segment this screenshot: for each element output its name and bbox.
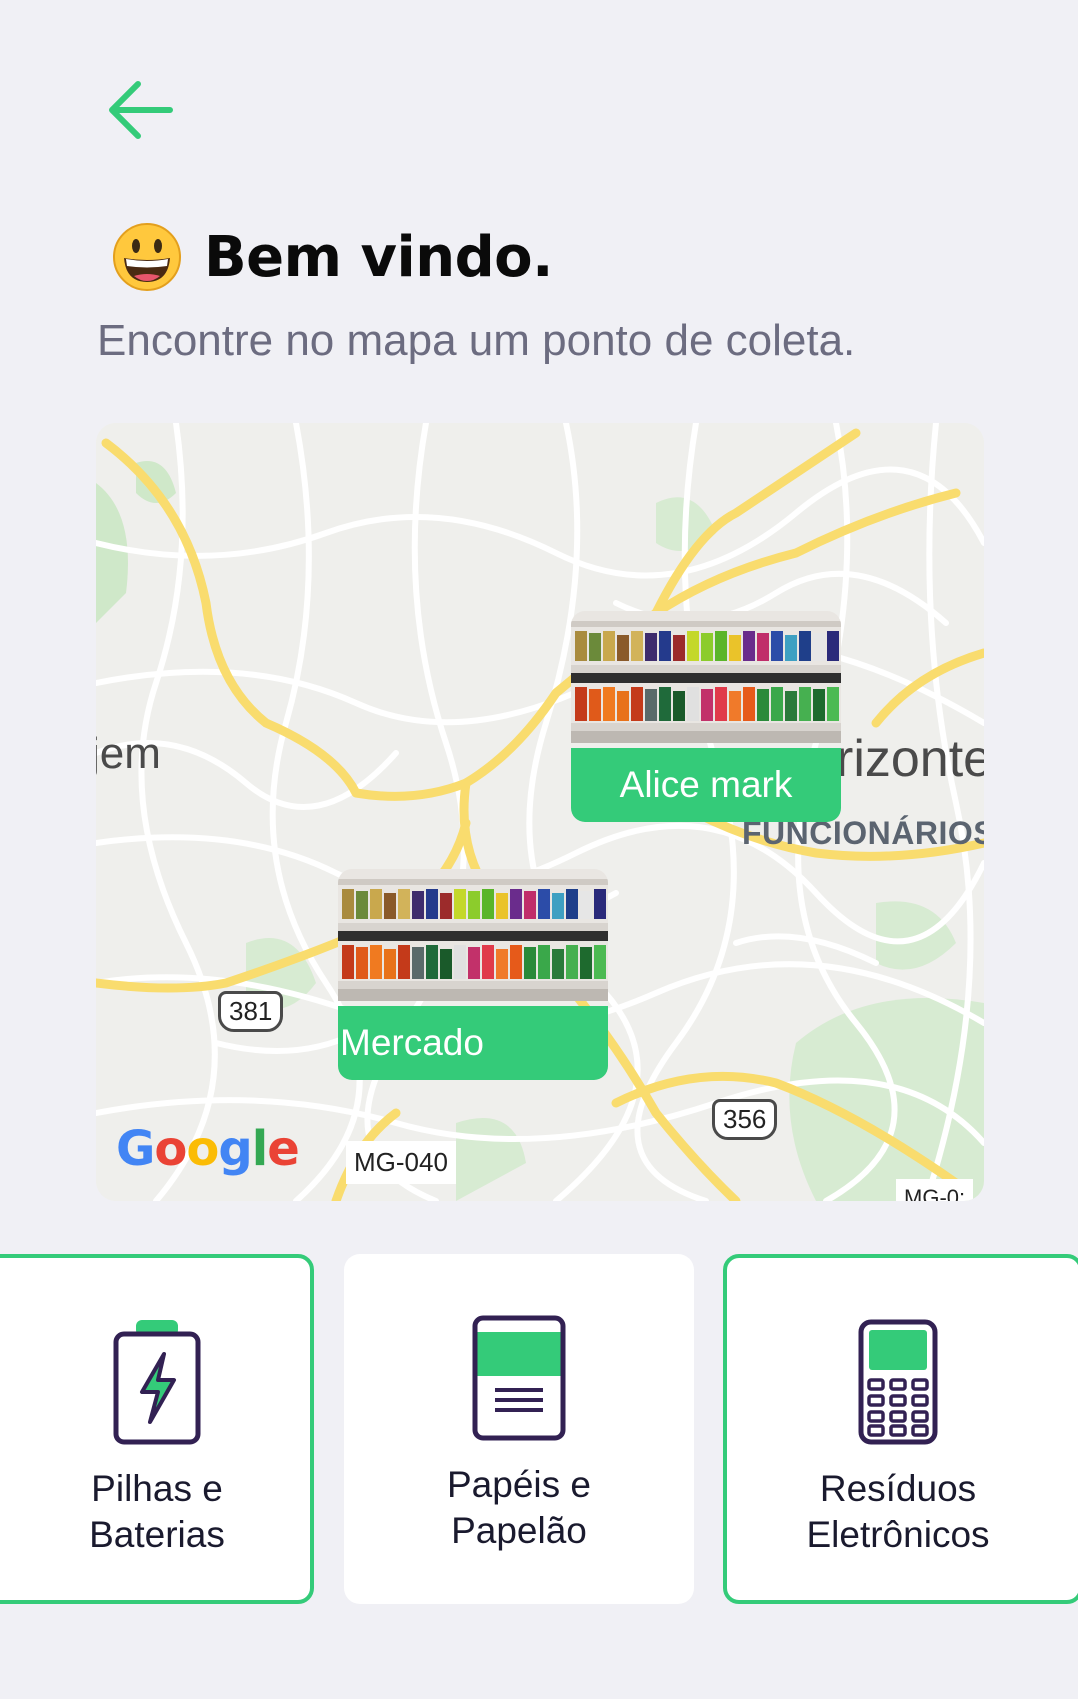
marker-label: Mercado <box>338 1006 608 1080</box>
grinning-face-emoji <box>113 223 181 291</box>
map-marker-alice-mark[interactable]: Alice mark <box>571 611 841 822</box>
store-shelves-photo <box>338 869 608 1001</box>
category-label: Papéis e Papelão <box>447 1464 591 1551</box>
category-card-papeis-papelao[interactable]: Papéis e Papelão <box>344 1254 694 1604</box>
battery-icon <box>112 1318 202 1448</box>
google-logo: Google <box>116 1121 300 1177</box>
store-shelves-photo <box>571 611 841 743</box>
map-city-label-left: jem <box>96 729 161 778</box>
category-label: Pilhas e Baterias <box>89 1468 225 1555</box>
map-marker-mercado[interactable]: Mercado <box>338 869 608 1080</box>
road-shield-356: 356 <box>712 1099 778 1140</box>
category-label: Resíduos Eletrônicos <box>806 1468 990 1555</box>
paper-icon <box>471 1314 567 1444</box>
marker-label: Alice mark <box>571 748 841 822</box>
arrow-left-icon <box>109 81 173 139</box>
map-view[interactable]: jem rizonte FUNCIONÁRIOS 381 356 MG-040 … <box>96 423 984 1201</box>
road-shield-381: 381 <box>218 991 284 1032</box>
welcome-header: Bem vindo. <box>112 222 553 292</box>
category-card-residuos-eletronicos[interactable]: Resíduos Eletrônicos <box>723 1254 1078 1604</box>
page-subtitle: Encontre no mapa um ponto de coleta. <box>97 316 856 365</box>
map-city-label-right: rizonte <box>836 730 984 788</box>
page-title: Bem vindo. <box>204 224 553 290</box>
road-label-mg040: MG-040 <box>346 1141 456 1184</box>
road-label-mg0x: MG-0: <box>896 1179 974 1201</box>
electronics-icon <box>857 1318 939 1448</box>
category-card-pilhas-baterias[interactable]: Pilhas e Baterias <box>0 1254 314 1604</box>
map-base <box>96 423 984 1201</box>
back-button[interactable] <box>100 70 180 150</box>
